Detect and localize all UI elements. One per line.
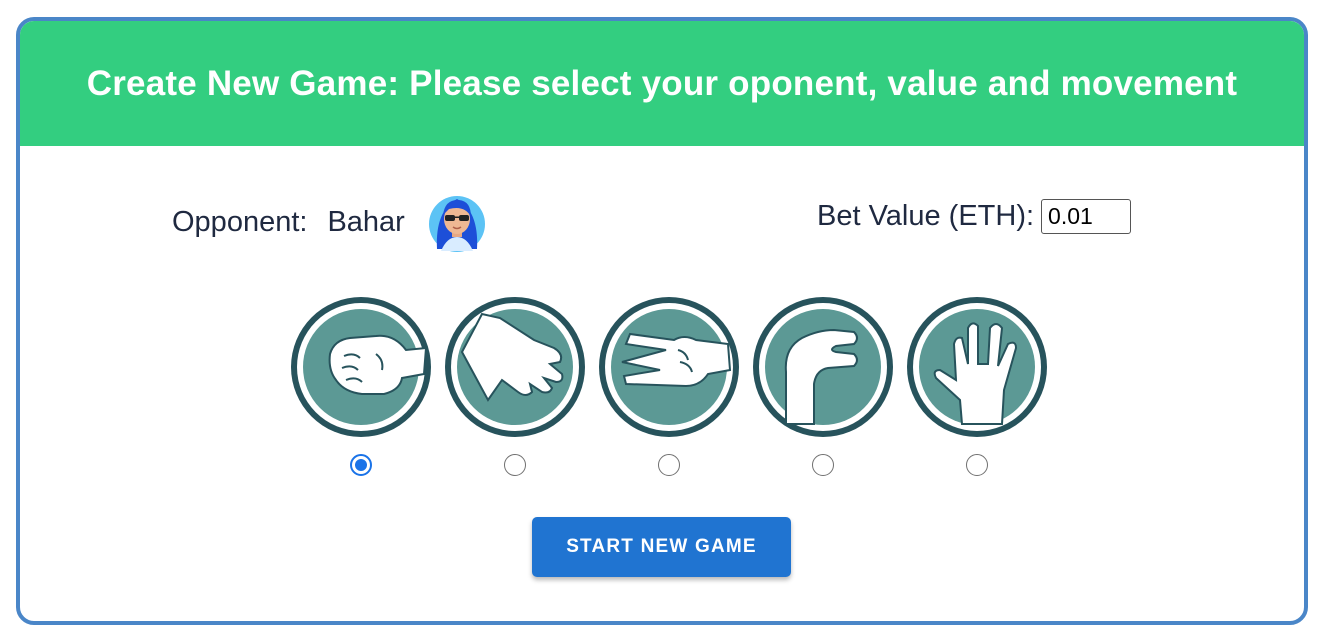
scissors-hand-icon[interactable] — [596, 294, 742, 440]
bet-value-input[interactable] — [1041, 199, 1132, 234]
move-radio-scissors[interactable] — [658, 454, 680, 476]
move-spock[interactable] — [900, 294, 1054, 476]
move-options — [284, 294, 1054, 476]
rock-hand-icon[interactable] — [288, 294, 434, 440]
bet-section: Bet Value (ETH): — [817, 199, 1132, 234]
opponent-section: Opponent: Bahar — [172, 187, 487, 257]
opponent-label: Opponent: — [172, 205, 308, 238]
opponent-name: Bahar — [327, 205, 405, 238]
move-scissors[interactable] — [592, 294, 746, 476]
move-radio-spock[interactable] — [966, 454, 988, 476]
move-paper[interactable] — [438, 294, 592, 476]
move-rock[interactable] — [284, 294, 438, 476]
create-game-card: Create New Game: Please select your opon… — [16, 17, 1308, 625]
start-new-game-button[interactable]: START NEW GAME — [532, 517, 791, 577]
avatar-woman-sunglasses-icon — [428, 196, 485, 252]
bet-label: Bet Value (ETH): — [817, 200, 1035, 232]
card-header: Create New Game: Please select your opon… — [20, 21, 1304, 146]
lizard-hand-icon[interactable] — [750, 294, 896, 440]
move-lizard[interactable] — [746, 294, 900, 476]
paper-hand-icon[interactable] — [442, 294, 588, 440]
spock-hand-icon[interactable] — [904, 294, 1050, 440]
page-title: Create New Game: Please select your opon… — [86, 63, 1238, 103]
move-radio-paper[interactable] — [504, 454, 526, 476]
move-radio-lizard[interactable] — [812, 454, 834, 476]
move-radio-rock[interactable] — [350, 454, 372, 476]
